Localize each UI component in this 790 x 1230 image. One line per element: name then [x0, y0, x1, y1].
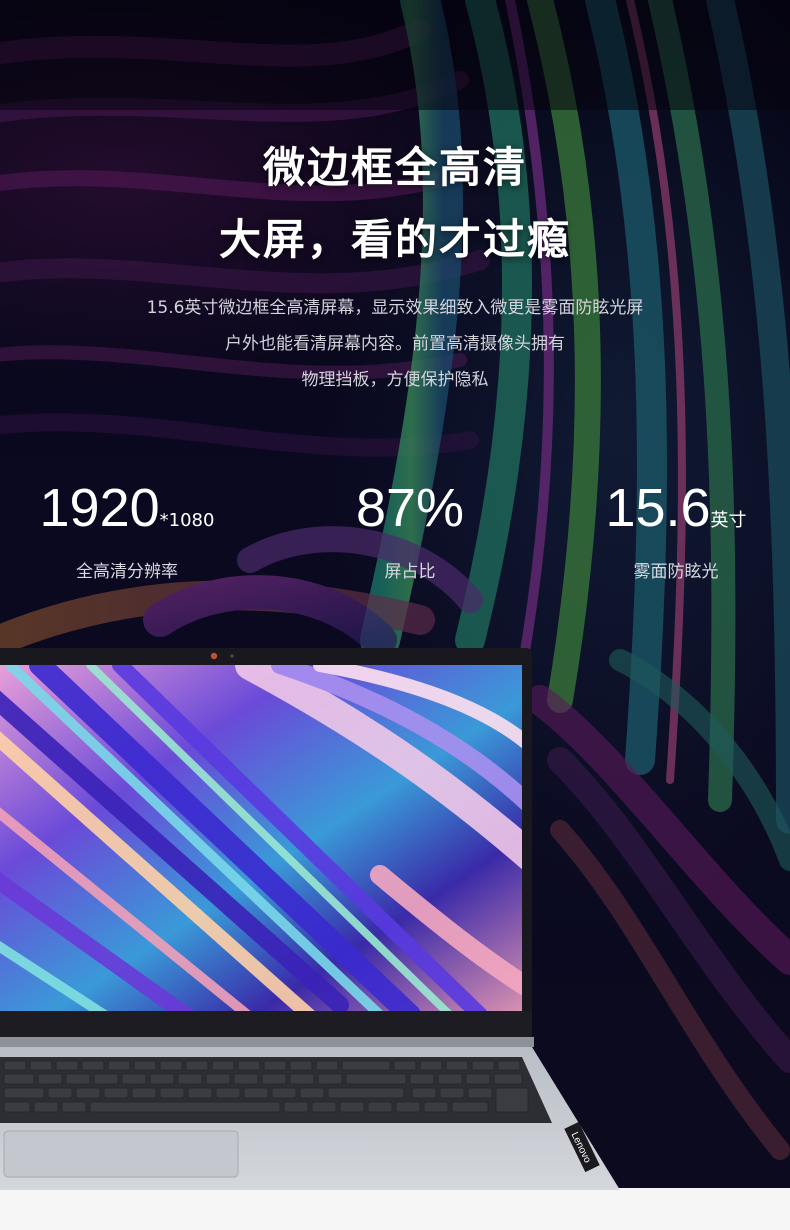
spec-stats: 1920*1080 全高清分辨率 87% 屏占比 15.6英寸 雾面防眩光 — [0, 476, 790, 582]
description: 15.6英寸微边框全高清屏幕，显示效果细致入微更是雾面防眩光屏 户外也能看清屏幕… — [0, 290, 790, 398]
stat-screen-ratio: 87% 屏占比 — [290, 476, 530, 582]
stat-resolution-label: 全高清分辨率 — [76, 562, 178, 582]
stat-screen-size-suffix: 英寸 — [710, 510, 747, 531]
touchpad — [3, 1130, 239, 1178]
laptop-illustration: Lenovo — [0, 648, 620, 1190]
screen-display — [0, 665, 522, 1011]
description-line-1: 15.6英寸微边框全高清屏幕，显示效果细致入微更是雾面防眩光屏 — [146, 298, 644, 318]
description-line-3: 物理挡板，方便保护隐私 — [301, 370, 489, 390]
bottom-strip — [0, 1188, 790, 1230]
stat-screen-size: 15.6英寸 雾面防眩光 — [556, 476, 790, 582]
stat-resolution-suffix: *1080 — [159, 510, 215, 531]
stat-screen-ratio-label: 屏占比 — [384, 562, 436, 582]
stat-screen-size-label: 雾面防眩光 — [633, 562, 719, 582]
stat-screen-ratio-value: 87% — [355, 478, 465, 538]
stat-screen-size-value: 15.6 — [605, 478, 711, 538]
webcam-icon — [210, 652, 218, 660]
stat-resolution-value: 1920 — [39, 478, 160, 538]
headline: 微边框全高清 大屏，看的才过瘾 — [0, 132, 790, 276]
product-banner: 微边框全高清 大屏，看的才过瘾 15.6英寸微边框全高清屏幕，显示效果细致入微更… — [0, 0, 790, 1230]
stat-resolution: 1920*1080 全高清分辨率 — [7, 476, 247, 582]
headline-line-2: 大屏，看的才过瘾 — [218, 215, 571, 264]
description-line-2: 户外也能看清屏幕内容。前置高清摄像头拥有 — [225, 334, 565, 354]
headline-line-1: 微边框全高清 — [262, 143, 527, 192]
